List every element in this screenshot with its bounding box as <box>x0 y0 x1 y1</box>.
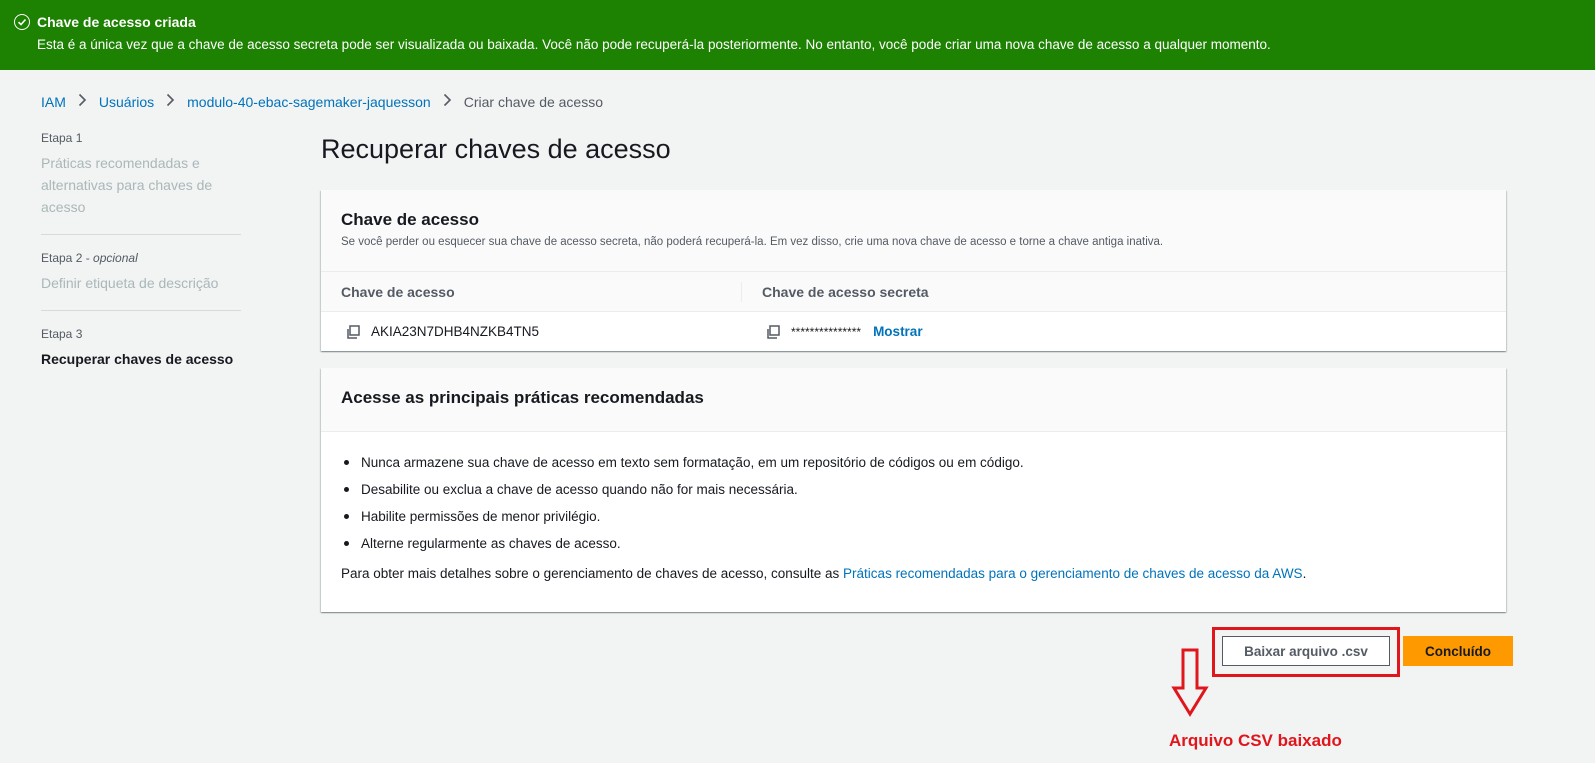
panel-body: Nunca armazene sua chave de acesso em te… <box>321 432 1506 581</box>
copy-icon[interactable] <box>765 324 781 340</box>
done-button[interactable]: Concluído <box>1403 636 1513 666</box>
panel-description: Se você perder ou esquecer sua chave de … <box>341 236 1164 248</box>
chevron-right-icon <box>166 93 175 110</box>
breadcrumb-users[interactable]: Usuários <box>99 94 154 110</box>
step-optional: opcional <box>93 251 138 265</box>
download-csv-button[interactable]: Baixar arquivo .csv <box>1222 636 1390 666</box>
panel-title: Acesse as principais práticas recomendad… <box>341 388 704 407</box>
table-header: Chave de acesso Chave de acesso secreta <box>321 272 1506 312</box>
secret-key-masked: *************** <box>791 324 862 339</box>
flash-message: Esta é a única vez que a chave de acesso… <box>37 37 1271 52</box>
panel-title: Chave de acesso <box>341 210 479 229</box>
step-title-active: Recuperar chaves de acesso <box>41 351 234 367</box>
more-info-text: Para obter mais detalhes sobre o gerenci… <box>341 566 1307 581</box>
page-title: Recuperar chaves de acesso <box>321 134 671 164</box>
table-row: AKIA23N7DHB4NZKB4TN5 *************** Mos… <box>321 312 1506 351</box>
annotation-arrow-down-icon <box>1171 648 1209 717</box>
success-flash-banner: Chave de acesso criada Esta é a única ve… <box>0 0 1595 70</box>
chevron-right-icon <box>443 93 452 110</box>
best-practices-link[interactable]: Práticas recomendadas para o gerenciamen… <box>843 566 1303 581</box>
step-2: Etapa 2 - opcional Definir etiqueta de d… <box>41 251 241 311</box>
breadcrumb-iam[interactable]: IAM <box>41 94 66 110</box>
access-key-value: AKIA23N7DHB4NZKB4TN5 <box>371 324 540 339</box>
panel-header: Acesse as principais práticas recomendad… <box>321 368 1506 432</box>
copy-icon[interactable] <box>345 324 361 340</box>
breadcrumb: IAM Usuários modulo-40-ebac-sagemaker-ja… <box>41 93 603 110</box>
show-secret-link[interactable]: Mostrar <box>873 324 923 339</box>
column-secret-key: Chave de acesso secreta <box>741 281 929 302</box>
step-title: Práticas recomendadas e alternativas par… <box>41 155 213 215</box>
step-label: Etapa 2 - opcional <box>41 251 138 265</box>
list-item: Alterne regularmente as chaves de acesso… <box>341 535 1486 552</box>
check-circle-icon <box>14 14 30 30</box>
flash-title: Chave de acesso criada <box>37 14 196 30</box>
step-1: Etapa 1 Práticas recomendadas e alternat… <box>41 131 241 235</box>
access-key-panel: Chave de acesso Se você perder ou esquec… <box>321 190 1506 351</box>
column-access-key: Chave de acesso <box>341 283 455 300</box>
access-key-cell: AKIA23N7DHB4NZKB4TN5 <box>321 324 741 340</box>
list-item: Desabilite ou exclua a chave de acesso q… <box>341 481 1486 498</box>
list-item: Nunca armazene sua chave de acesso em te… <box>341 454 1486 471</box>
wizard-steps: Etapa 1 Práticas recomendadas e alternat… <box>41 131 241 402</box>
step-label: Etapa 1 <box>41 131 83 145</box>
panel-header: Chave de acesso Se você perder ou esquec… <box>321 190 1506 272</box>
best-practices-list: Nunca armazene sua chave de acesso em te… <box>341 454 1486 552</box>
step-3: Etapa 3 Recuperar chaves de acesso <box>41 327 241 386</box>
best-practices-panel: Acesse as principais práticas recomendad… <box>321 368 1506 612</box>
breadcrumb-current: Criar chave de acesso <box>463 93 604 110</box>
chevron-right-icon <box>78 93 87 110</box>
step-label: Etapa 3 <box>41 327 83 341</box>
list-item: Habilite permissões de menor privilégio. <box>341 508 1486 525</box>
secret-key-cell: *************** Mostrar <box>741 324 923 340</box>
annotation-label: Arquivo CSV baixado <box>1169 731 1342 750</box>
step-title: Definir etiqueta de descrição <box>41 275 219 291</box>
flash-header: Chave de acesso criada <box>14 14 1581 30</box>
breadcrumb-user[interactable]: modulo-40-ebac-sagemaker-jaquesson <box>187 94 431 110</box>
